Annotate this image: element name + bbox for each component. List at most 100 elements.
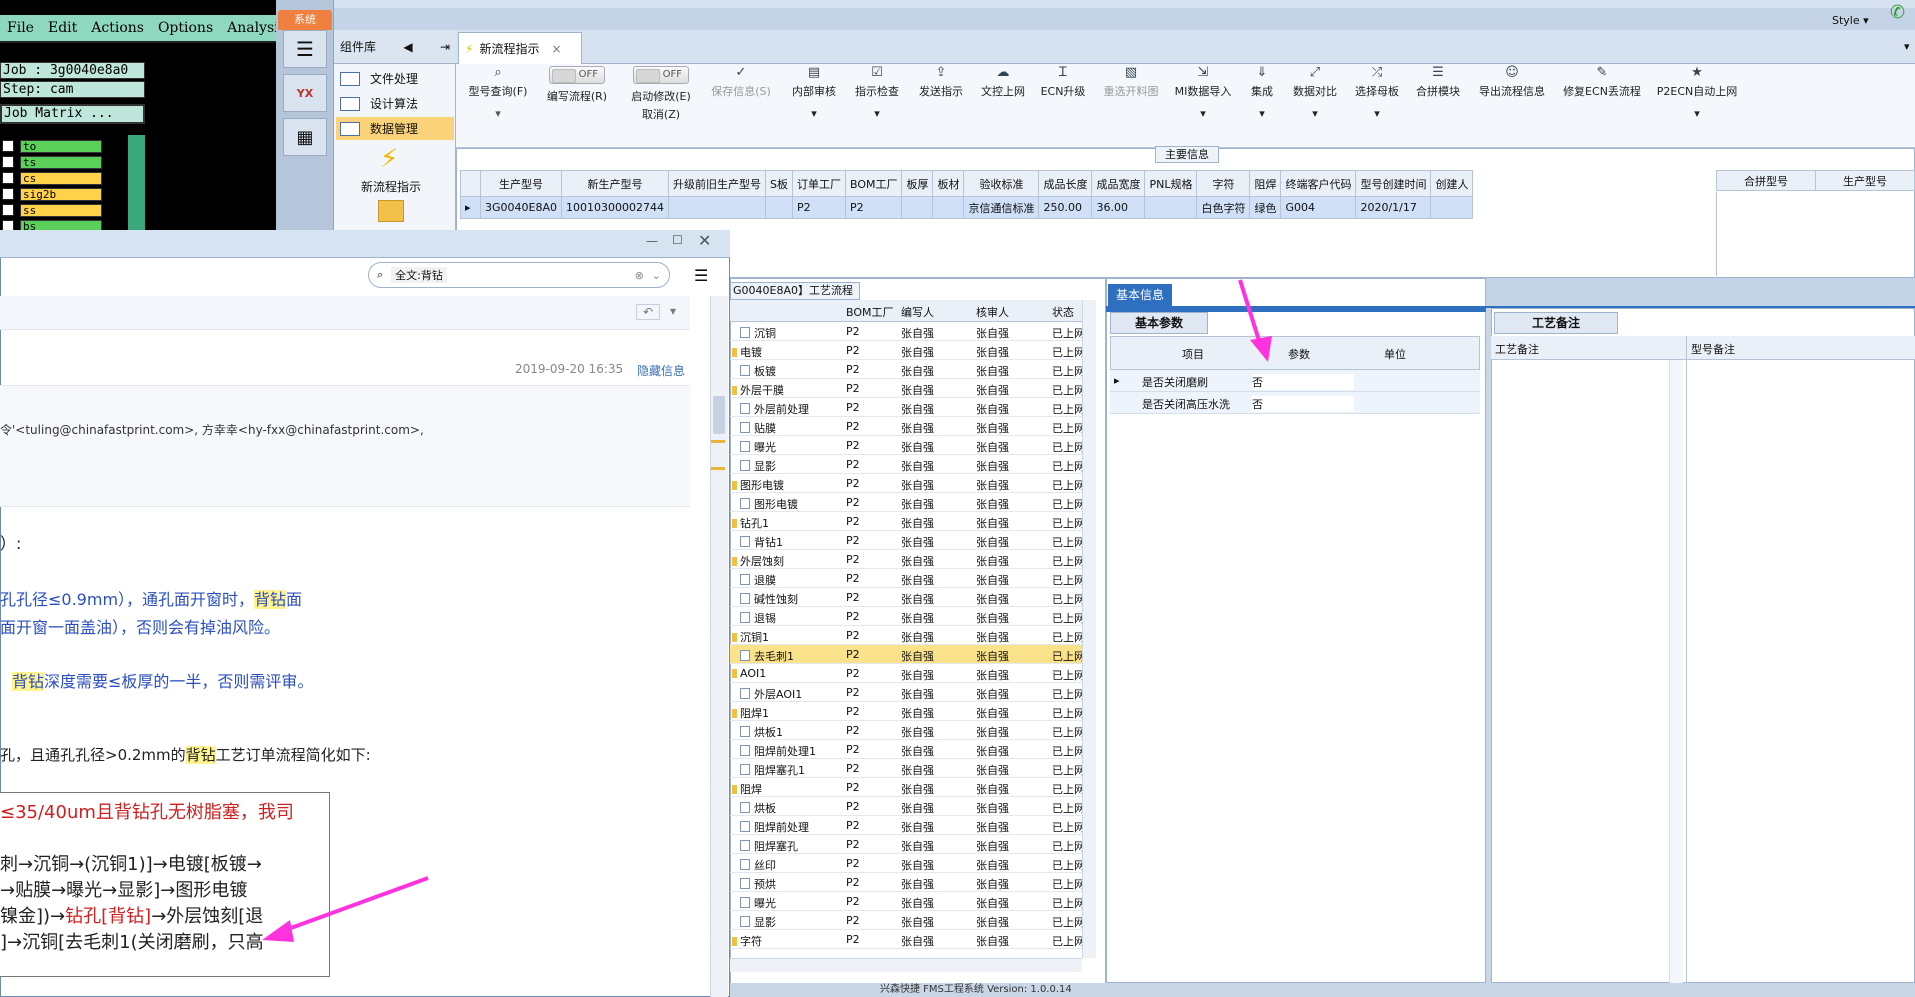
col-unit[interactable]: 单位 [1384, 346, 1406, 362]
process-row[interactable]: 曝光 P2 张自强 张自强 已上网 [730, 892, 1085, 911]
process-row[interactable]: 钻孔1 P2 张自强 张自强 已上网 [730, 512, 1085, 531]
cam-scrollbar[interactable] [128, 135, 145, 230]
send-instruction-button[interactable]: ⇪ 发送指示 [912, 66, 970, 130]
menu-actions[interactable]: Actions [84, 20, 151, 36]
process-row[interactable]: 电镀 P2 张自强 张自强 已上网 [730, 341, 1085, 360]
new-flow-label[interactable]: 新流程指示 [361, 178, 421, 195]
lightning-icon[interactable]: ⚡ [380, 144, 398, 174]
tab-new-flow[interactable]: ⚡ 新流程指示 × [458, 32, 582, 64]
process-row[interactable]: 沉铜 P2 张自强 张自强 已上网 [730, 322, 1085, 341]
search-input[interactable]: 全文:背钻 [391, 267, 447, 283]
clear-icon[interactable]: ⊗ [635, 269, 644, 282]
process-row[interactable]: 外层干膜 P2 张自强 张自强 已上网 [730, 379, 1085, 398]
fix-ecn-flow-button[interactable]: ✎ 修复ECN丢流程 [1558, 66, 1646, 130]
main-grid-column-header[interactable]: BOM工厂 [844, 170, 903, 197]
tab-basic-info[interactable]: 基本信息 [1108, 284, 1172, 306]
main-grid-column-header[interactable]: 型号创建时间 [1355, 170, 1432, 197]
process-row[interactable]: 预烘 P2 张自强 张自强 已上网 [730, 873, 1085, 892]
save-info-button[interactable]: ✓ 保存信息(S) [706, 66, 776, 130]
reselect-cutting-drawing-button[interactable]: ▧ 重选开料图 [1096, 66, 1166, 130]
param-row[interactable]: 是否关闭高压水洗 否 [1110, 392, 1480, 414]
main-grid-cell[interactable]: 10010300002744 [561, 196, 669, 219]
export-flow-info-button[interactable]: ☺ 导出流程信息 [1472, 66, 1552, 130]
layer-row[interactable]: cs [0, 170, 145, 186]
model-query-button[interactable]: ⌕ 型号查询(F) ▾ [462, 66, 534, 130]
mail-scroll-thumb[interactable] [713, 396, 725, 434]
process-h-scrollbar[interactable] [730, 958, 1082, 972]
hide-info-link[interactable]: 隐藏信息 [637, 362, 685, 379]
menu-icon[interactable]: ☰ [694, 266, 708, 285]
internal-review-button[interactable]: ▤ 内部审核 ▾ [786, 66, 842, 130]
process-row[interactable]: AOI1 P2 张自强 张自强 已上网 [730, 664, 1085, 683]
process-row[interactable]: 沉铜1 P2 张自强 张自强 已上网 [730, 626, 1085, 645]
tab-process-notes[interactable]: 工艺备注 [1494, 312, 1618, 334]
layer-checkbox[interactable] [2, 204, 14, 216]
main-grid-column-header[interactable]: 板材 [932, 170, 965, 197]
ecn-upgrade-button[interactable]: Ꮖ ECN升级 [1036, 66, 1090, 130]
process-row[interactable]: 显影 P2 张自强 张自强 已上网 [730, 911, 1085, 930]
phone-icon[interactable]: ✆ [1890, 2, 1905, 23]
comp-item-file-processing[interactable]: 文件处理 [336, 67, 454, 90]
minimize-icon[interactable]: — [646, 234, 658, 248]
doc-control-online-button[interactable]: ☁ 文控上网 [974, 66, 1032, 130]
folder-icon[interactable] [378, 200, 404, 222]
instruction-check-button[interactable]: ☑ 指示检查 ▾ [848, 66, 906, 130]
main-grid-column-header[interactable]: 终端客户代码 [1280, 170, 1357, 197]
layer-row[interactable]: ss [0, 202, 145, 218]
process-row[interactable]: 图形电镀 P2 张自强 张自强 已上网 [730, 493, 1085, 512]
chevron-down-icon[interactable]: ▾ [1904, 40, 1910, 53]
main-grid-row[interactable]: ▸ 3G0040E8A0 10010300002744 P2 P2 京信通信标准 250.0… [460, 196, 1474, 219]
col-bom-factory[interactable]: BOM工厂 [846, 304, 894, 320]
mail-search-box[interactable]: ⌕ 全文:背钻 ⊗ ⌄ [368, 262, 670, 288]
select-motherboard-button[interactable]: ⤮ 选择母板 ▾ [1348, 66, 1406, 130]
main-grid-column-header[interactable]: 阻焊 [1249, 170, 1282, 197]
tab-basic-params[interactable]: 基本参数 [1110, 312, 1208, 334]
main-grid-column-header[interactable]: 创建人 [1430, 170, 1474, 197]
main-grid-column-header[interactable]: 成品宽度 [1091, 170, 1146, 197]
main-grid-column-header[interactable]: 升级前旧生产型号 [667, 170, 766, 197]
process-row[interactable]: 外层AOI1 P2 张自强 张自强 已上网 [730, 683, 1085, 702]
toggle-switch[interactable]: OFF [549, 66, 605, 84]
toggle-switch[interactable]: OFF [633, 66, 689, 84]
main-grid-column-header[interactable]: 生产型号 [480, 170, 562, 197]
hamburger-menu-icon[interactable]: ☰ [283, 30, 327, 68]
chevron-down-icon[interactable]: ▾ [670, 304, 676, 318]
process-row[interactable]: 背钻1 P2 张自强 张自强 已上网 [730, 531, 1085, 550]
integrate-button[interactable]: ⇓ 集成 ▾ [1242, 66, 1282, 130]
chevron-down-icon[interactable]: ▾ [1286, 107, 1344, 120]
comp-item-design-algorithm[interactable]: 设计算法 [336, 92, 454, 115]
process-row[interactable]: 烘板 P2 张自强 张自强 已上网 [730, 797, 1085, 816]
pin-icon[interactable]: ⇥ [440, 40, 450, 54]
process-row[interactable]: 碱性蚀刻 P2 张自强 张自强 已上网 [730, 588, 1085, 607]
close-icon[interactable]: ✕ [698, 231, 711, 250]
system-tab[interactable]: 系统 [278, 10, 332, 30]
reply-icon[interactable]: ↶ [636, 304, 661, 320]
main-grid-column-header[interactable]: 成品长度 [1038, 170, 1093, 197]
menu-edit[interactable]: Edit [41, 20, 84, 36]
process-row[interactable]: 丝印 P2 张自强 张自强 已上网 [730, 854, 1085, 873]
layer-checkbox[interactable] [2, 172, 14, 184]
process-row[interactable]: 图形电镀 P2 张自强 张自强 已上网 [730, 474, 1085, 493]
process-row[interactable]: 阻焊前处理1 P2 张自强 张自强 已上网 [730, 740, 1085, 759]
main-grid-cell[interactable] [667, 196, 766, 219]
main-grid-cell[interactable]: 京信通信标准 [963, 196, 1040, 219]
process-row[interactable]: 贴膜 P2 张自强 张自强 已上网 [730, 417, 1085, 436]
main-grid-cell[interactable]: 36.00 [1091, 196, 1146, 219]
calendar-tool-icon[interactable]: ▦ [283, 118, 327, 156]
process-row[interactable]: 外层前处理 P2 张自强 张自强 已上网 [730, 398, 1085, 417]
menu-options[interactable]: Options [151, 20, 220, 36]
yx-app-icon[interactable]: YX [283, 74, 327, 112]
process-row[interactable]: 烘板1 P2 张自强 张自强 已上网 [730, 721, 1085, 740]
param-row[interactable]: ▸ 是否关闭磨刷 否 [1110, 370, 1480, 392]
chevron-down-icon[interactable]: ▾ [462, 107, 534, 120]
maximize-icon[interactable]: ☐ [672, 233, 683, 247]
main-grid-cell[interactable]: P2 [844, 196, 903, 219]
cancel-label[interactable]: 取消(Z) [620, 106, 702, 122]
param-value[interactable]: 否 [1252, 374, 1354, 390]
process-row[interactable]: 去毛刺1 P2 张自强 张自强 已上网 [730, 645, 1085, 664]
layer-checkbox[interactable] [2, 140, 14, 152]
chevron-down-icon[interactable]: ⌄ [652, 269, 661, 282]
main-grid-column-header[interactable]: 板厚 [901, 170, 934, 197]
main-grid-cell[interactable] [1430, 196, 1474, 219]
comp-item-data-management[interactable]: 数据管理 [336, 117, 454, 140]
